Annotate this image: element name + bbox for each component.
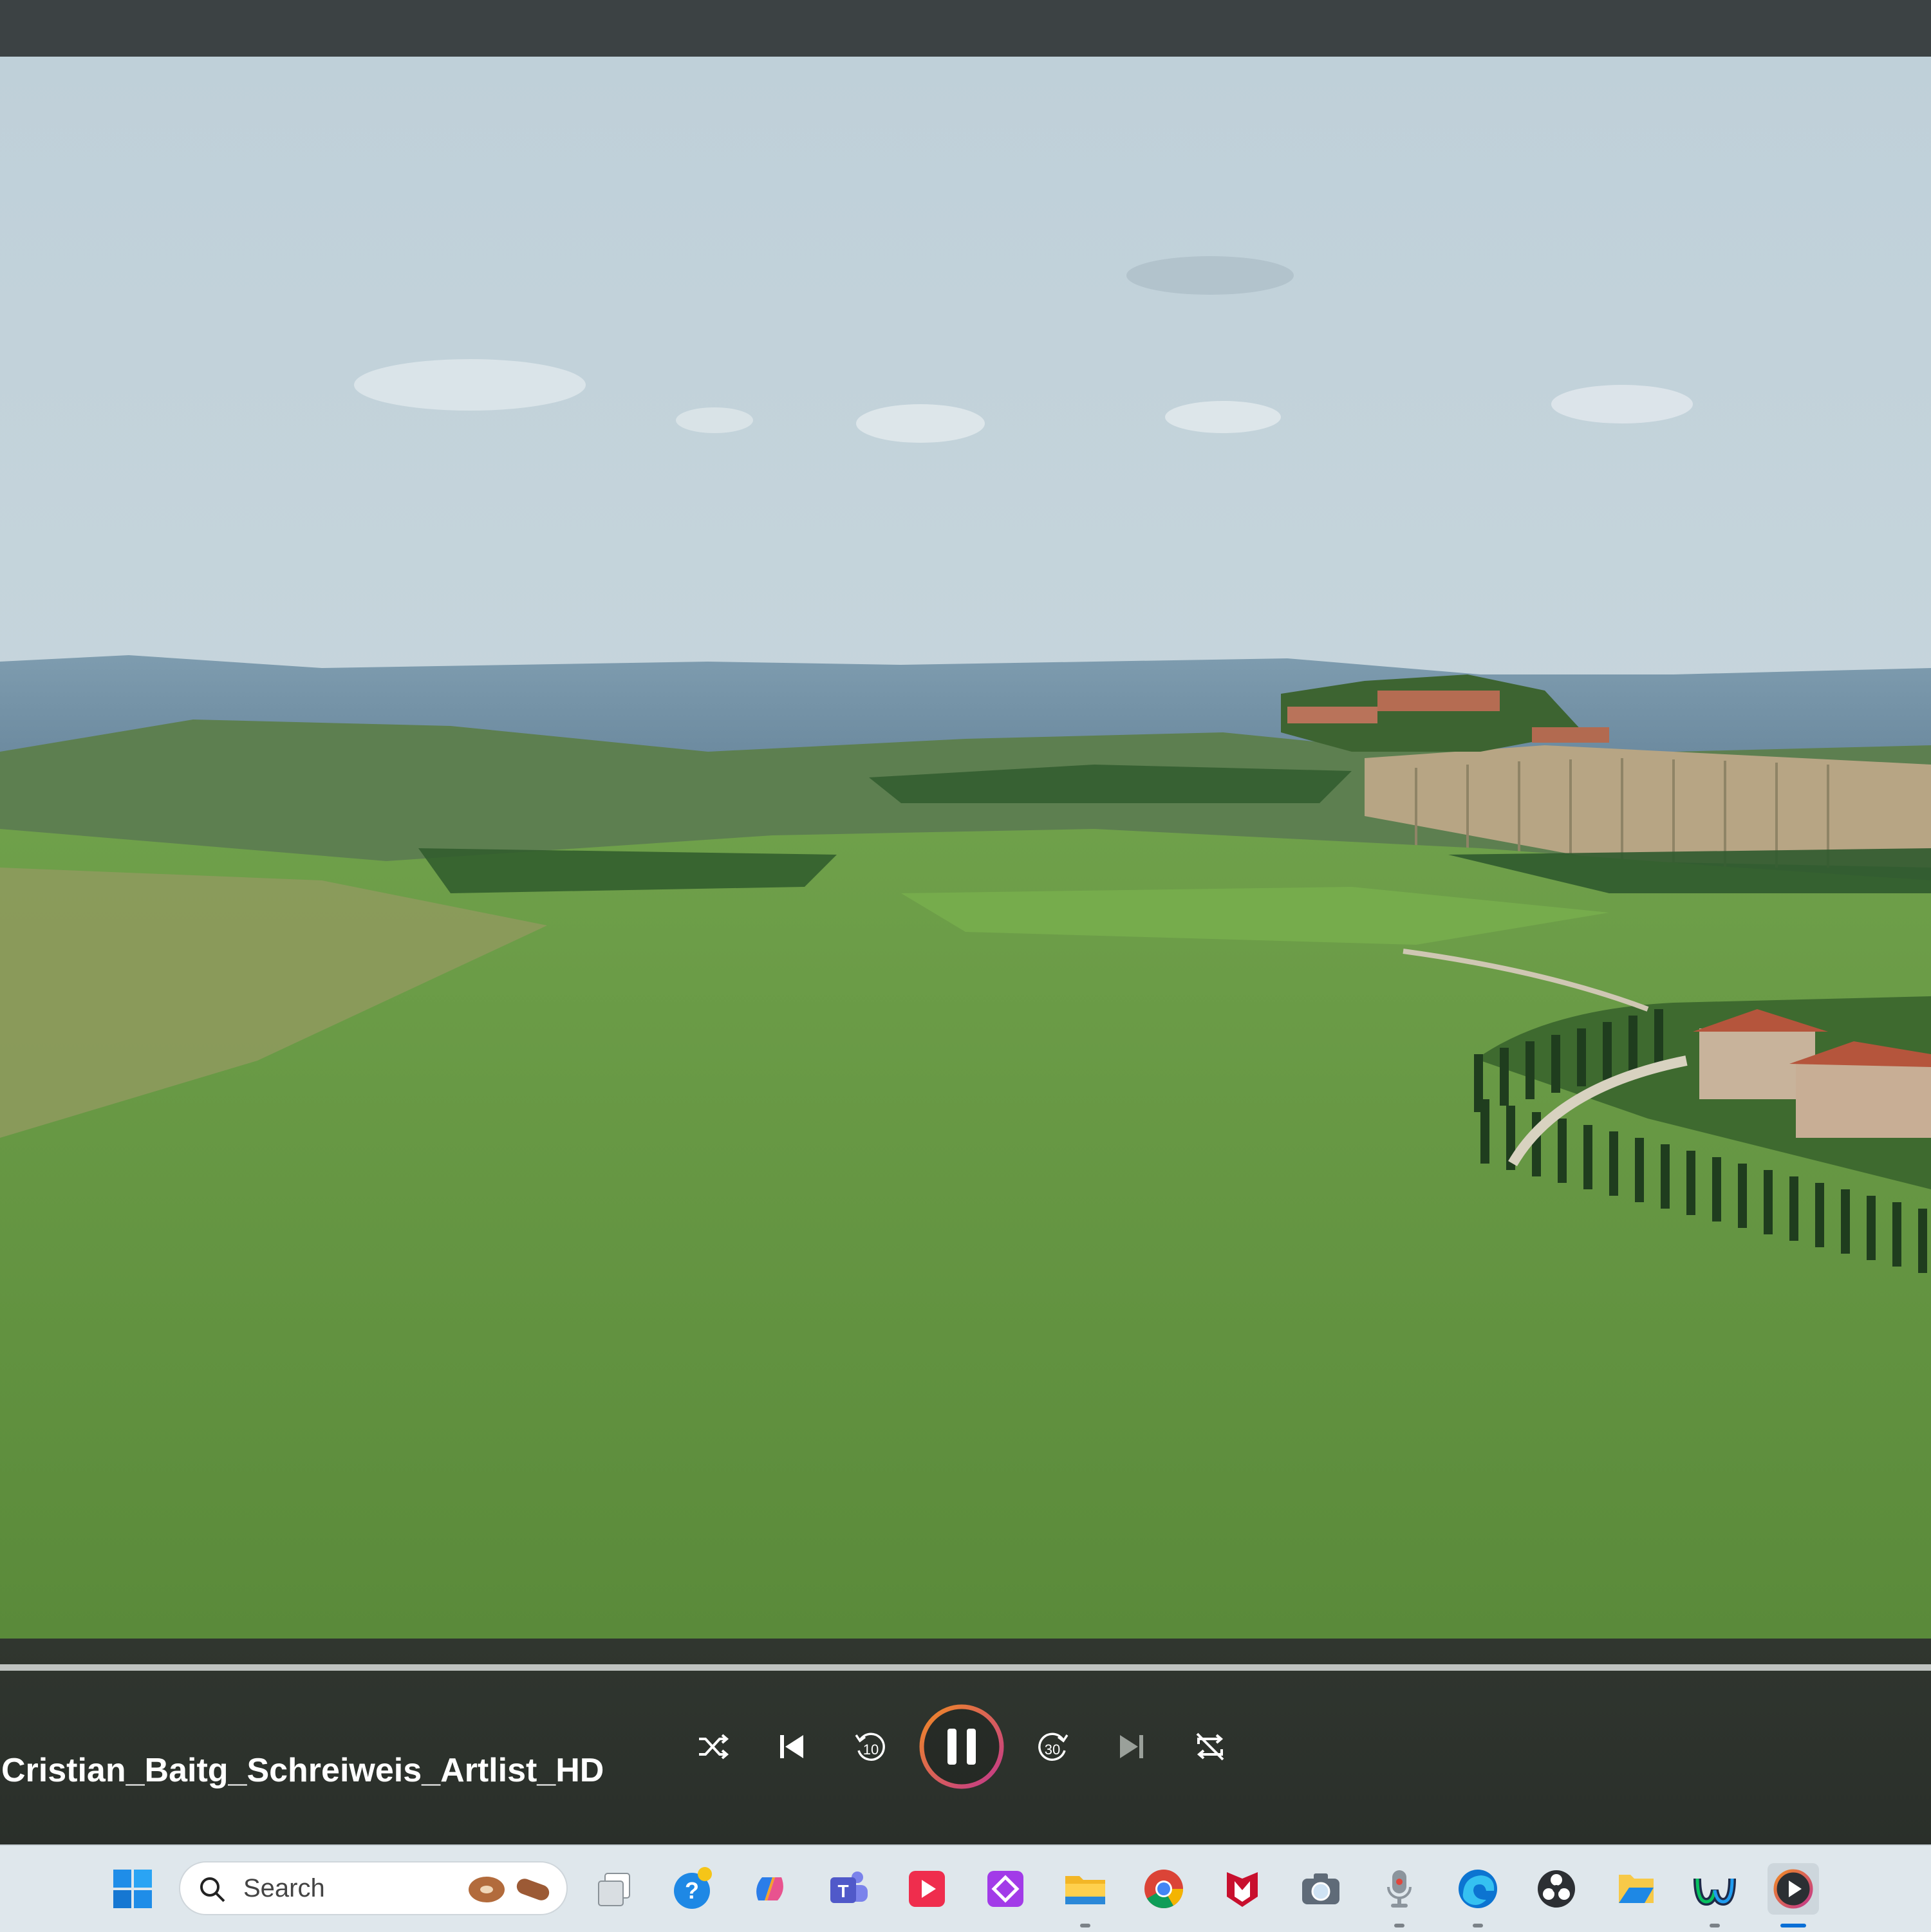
rewind-10-button[interactable]: 10 [839, 1716, 901, 1778]
mcafee-icon [1227, 1872, 1258, 1907]
taskbar-camera[interactable] [1295, 1863, 1347, 1915]
help-icon: ? [674, 1867, 712, 1909]
media-player-icon [1773, 1869, 1813, 1909]
taskbar: Search ? T [0, 1844, 1931, 1932]
forward-30-label: 30 [1045, 1742, 1060, 1758]
obs-icon [1538, 1870, 1575, 1908]
svg-text:T: T [837, 1881, 848, 1901]
taskbar-teams[interactable]: T [823, 1863, 874, 1915]
copilot-icon [756, 1877, 783, 1900]
svg-text:?: ? [685, 1877, 699, 1904]
search-placeholder: Search [243, 1874, 325, 1902]
taskbar-media-player[interactable] [1768, 1863, 1819, 1927]
search-box[interactable]: Search [179, 1861, 568, 1915]
chrome-icon [1144, 1870, 1183, 1909]
teams-icon: T [830, 1872, 868, 1903]
next-track-icon [1120, 1735, 1143, 1758]
folder-icon [1065, 1876, 1105, 1904]
red-play-icon [909, 1871, 945, 1907]
running-indicator [1473, 1924, 1483, 1927]
forward-30-icon: 30 [1038, 1732, 1068, 1761]
seek-bar[interactable] [0, 1664, 1931, 1671]
taskbar-webex[interactable] [1689, 1863, 1740, 1927]
running-indicator [1394, 1924, 1404, 1927]
video-frame[interactable] [0, 57, 1931, 1639]
shuffle-button[interactable] [682, 1716, 744, 1778]
taskbar-obs[interactable] [1531, 1863, 1582, 1915]
taskbar-purple-app[interactable] [980, 1863, 1031, 1915]
taskbar-voice-recorder[interactable] [1374, 1863, 1425, 1927]
search-highlight-icon [469, 1877, 550, 1902]
forward-30-button[interactable]: 30 [1022, 1716, 1084, 1778]
taskbar-files[interactable] [1610, 1863, 1662, 1915]
pause-icon [919, 1704, 1004, 1789]
search-icon [200, 1877, 225, 1902]
video-landscape-image [0, 57, 1931, 1639]
microphone-icon [1387, 1870, 1412, 1908]
purple-diamond-icon [987, 1871, 1023, 1907]
previous-button[interactable] [761, 1716, 823, 1778]
running-indicator [1710, 1924, 1720, 1927]
taskbar-edge[interactable] [1452, 1863, 1504, 1927]
previous-track-icon [780, 1735, 803, 1758]
rewind-10-icon: 10 [855, 1732, 885, 1761]
repeat-off-icon [1196, 1732, 1224, 1761]
windows-start-icon [113, 1870, 152, 1908]
shuffle-icon [699, 1734, 729, 1760]
repeat-button[interactable] [1179, 1716, 1241, 1778]
next-button[interactable] [1101, 1716, 1162, 1778]
task-view-icon [598, 1873, 630, 1906]
taskbar-get-help[interactable]: ? [667, 1863, 718, 1915]
taskbar-copilot[interactable] [744, 1863, 796, 1915]
window-title-bar [0, 0, 1931, 57]
camera-icon [1302, 1873, 1339, 1904]
files-icon [1619, 1875, 1654, 1903]
taskbar-chrome[interactable] [1138, 1863, 1189, 1915]
rewind-10-label: 10 [863, 1742, 879, 1758]
edge-icon [1459, 1870, 1497, 1908]
media-title: Cristian_Baitg_Schreiweis_Artlist_HD [1, 1752, 604, 1789]
taskbar-task-view[interactable] [588, 1863, 640, 1915]
running-indicator [1080, 1924, 1090, 1927]
webex-icon [1693, 1878, 1736, 1906]
play-pause-button[interactable] [918, 1703, 1005, 1790]
active-indicator [1780, 1924, 1806, 1927]
taskbar-mcafee[interactable] [1217, 1863, 1268, 1915]
start-button[interactable] [107, 1863, 158, 1915]
taskbar-file-explorer[interactable] [1059, 1863, 1111, 1927]
taskbar-video-app[interactable] [901, 1863, 953, 1915]
